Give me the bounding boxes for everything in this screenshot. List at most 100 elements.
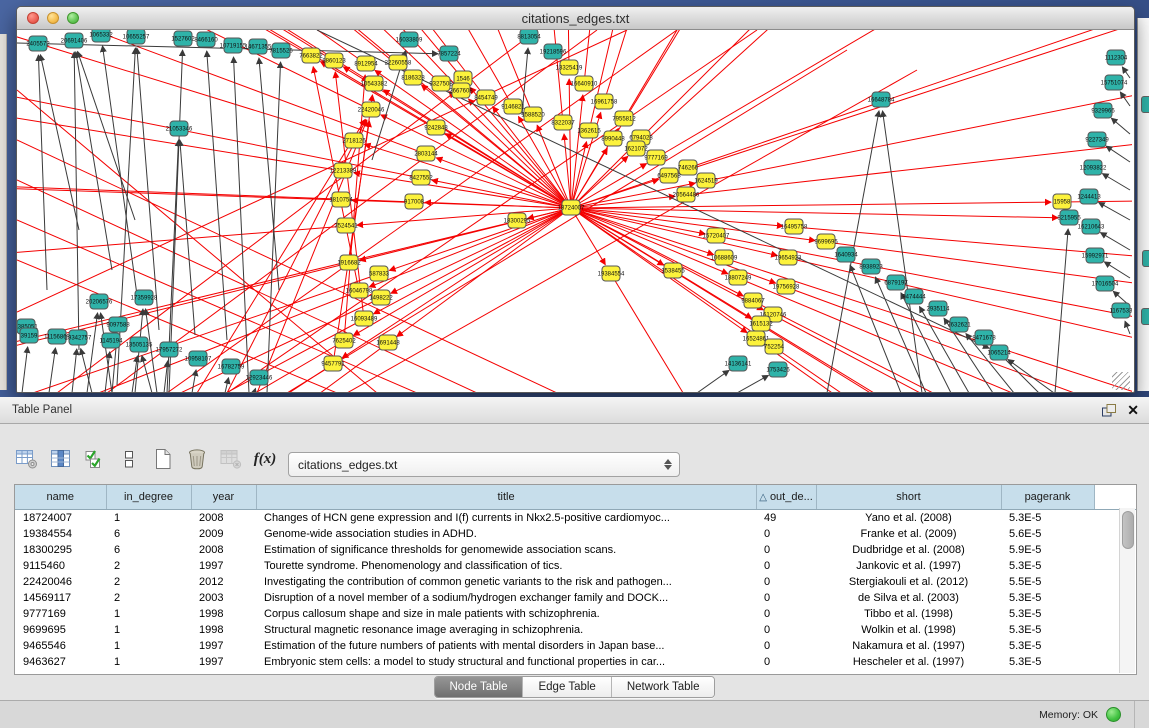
function-builder-icon[interactable]: f(x) [250, 444, 280, 474]
graph-node[interactable]: 18807249 [725, 270, 752, 285]
cell-year[interactable]: 1997 [191, 638, 256, 654]
tab-network-table[interactable]: Network Table [612, 677, 715, 697]
graph-node[interactable]: 16648784 [868, 92, 895, 107]
cell-pagerank[interactable]: 5.3E-5 [1001, 654, 1094, 670]
cell-title[interactable]: Estimation of the future numbers of pati… [256, 638, 756, 654]
column-header-short[interactable]: short [816, 485, 1001, 510]
column-header-pagerank[interactable]: pagerank [1001, 485, 1094, 510]
cell-title[interactable]: Disruption of a novel member of a sodium… [256, 590, 756, 606]
graph-node[interactable]: 1065332 [89, 30, 113, 42]
cell-year[interactable]: 1997 [191, 654, 256, 670]
cell-out_de[interactable]: 0 [756, 526, 816, 542]
cell-out_de[interactable]: 0 [756, 590, 816, 606]
cell-short[interactable]: Hescheler et al. (1997) [816, 654, 1001, 670]
cell-year[interactable]: 1998 [191, 606, 256, 622]
table-row[interactable]: 977716911998Corpus callosum shape and si… [15, 606, 1136, 622]
cell-name[interactable]: 14569117 [15, 590, 106, 606]
cell-title[interactable]: Embryonic stem cells: a model to study s… [256, 654, 756, 670]
graph-node[interactable]: 1112304 [1105, 50, 1128, 65]
cell-title[interactable]: Changes of HCN gene expression and I(f) … [256, 510, 756, 527]
graph-node[interactable]: 13505135 [126, 337, 153, 352]
graph-node[interactable]: 1691448 [376, 335, 400, 350]
cell-name[interactable]: 9115460 [15, 558, 106, 574]
cell-in_degree[interactable]: 1 [106, 606, 191, 622]
graph-node[interactable]: 2803144 [414, 146, 438, 161]
cell-year[interactable]: 1997 [191, 558, 256, 574]
graph-node[interactable]: 10655257 [123, 30, 150, 44]
cell-name[interactable]: 9777169 [15, 606, 106, 622]
graph-node[interactable]: 2667608 [449, 83, 473, 98]
cell-in_degree[interactable]: 1 [106, 622, 191, 638]
graph-node[interactable]: 2935114 [927, 301, 951, 316]
graph-node[interactable]: 20564486 [673, 187, 700, 202]
cell-title[interactable]: Genome-wide association studies in ADHD. [256, 526, 756, 542]
graph-node[interactable]: 1916682 [337, 255, 361, 270]
graph-node[interactable]: 752254 [764, 339, 785, 354]
graph-node[interactable]: 8322037 [551, 115, 575, 130]
graph-node[interactable]: 8427552 [409, 170, 433, 185]
graph-node[interactable]: 8471678 [972, 330, 996, 345]
graph-node[interactable]: 12923446 [246, 370, 273, 385]
graph-node[interactable]: 1145194 [100, 333, 124, 348]
cell-name[interactable]: 19384554 [15, 526, 106, 542]
cell-in_degree[interactable]: 6 [106, 542, 191, 558]
cell-title[interactable]: Structural magnetic resonance image aver… [256, 622, 756, 638]
column-header-title[interactable]: title [256, 485, 756, 510]
cell-out_de[interactable]: 49 [756, 510, 816, 527]
graph-node[interactable]: 17957272 [156, 342, 183, 357]
graph-node[interactable]: 16782759 [218, 359, 245, 374]
cell-short[interactable]: Jankovic et al. (1997) [816, 558, 1001, 574]
cell-title[interactable]: Estimation of significance thresholds fo… [256, 542, 756, 558]
graph-node[interactable]: 16961758 [591, 94, 618, 109]
graph-node[interactable]: 12093822 [1080, 160, 1107, 175]
close-window-button[interactable] [27, 12, 39, 24]
cell-year[interactable]: 2003 [191, 590, 256, 606]
graph-node[interactable]: 8186328 [401, 70, 425, 85]
cell-short[interactable]: de Silva et al. (2003) [816, 590, 1001, 606]
delete-table-icon[interactable] [182, 444, 212, 474]
zoom-window-button[interactable] [67, 12, 79, 24]
window-titlebar[interactable]: citations_edges.txt [17, 7, 1134, 30]
graph-node[interactable]: 587833 [369, 266, 390, 281]
graph-node[interactable]: 39159 [20, 328, 38, 343]
table-vertical-scrollbar[interactable] [1119, 508, 1135, 673]
graph-node[interactable]: 9777169 [644, 150, 668, 165]
graph-node[interactable]: 2405572 [26, 36, 50, 51]
graph-node[interactable]: 8466160 [194, 32, 218, 47]
cell-short[interactable]: Wolkin et al. (1998) [816, 622, 1001, 638]
cell-name[interactable]: 9699695 [15, 622, 106, 638]
graph-node[interactable]: 22260558 [385, 55, 412, 70]
graph-node[interactable]: 9474444 [902, 289, 926, 304]
cell-out_de[interactable]: 0 [756, 574, 816, 590]
show-columns-icon[interactable] [46, 444, 76, 474]
table-row[interactable]: 1830029562008Estimation of significance … [15, 542, 1136, 558]
graph-node[interactable]: 1362615 [577, 123, 601, 138]
graph-node[interactable]: 10688609 [711, 250, 738, 265]
memory-status-indicator[interactable] [1106, 707, 1121, 722]
graph-node[interactable]: 9699695 [814, 234, 838, 249]
graph-node[interactable]: 1624519 [694, 173, 718, 188]
table-row[interactable]: 1938455462009Genome-wide association stu… [15, 526, 1136, 542]
cell-name[interactable]: 18724007 [15, 510, 106, 527]
column-header-in_degree[interactable]: in_degree [106, 485, 191, 510]
graph-node[interactable]: 9242848 [424, 120, 448, 135]
table-row[interactable]: 969969511998Structural magnetic resonanc… [15, 622, 1136, 638]
cell-out_de[interactable]: 0 [756, 558, 816, 574]
graph-node[interactable]: 19342757 [65, 330, 92, 345]
cell-short[interactable]: Stergiakouli et al. (2012) [816, 574, 1001, 590]
column-header-name[interactable]: name [15, 485, 106, 510]
tab-edge-table[interactable]: Edge Table [523, 677, 611, 697]
table-row[interactable]: 1456911722003Disruption of a novel membe… [15, 590, 1136, 606]
graph-node[interactable]: 17359928 [131, 290, 158, 305]
graph-node[interactable]: 14671355 [245, 39, 272, 54]
graph-node[interactable]: 9884067 [741, 293, 765, 308]
cell-pagerank[interactable]: 5.9E-5 [1001, 542, 1094, 558]
graph-node[interactable]: 7524541 [334, 218, 358, 233]
cell-in_degree[interactable]: 6 [106, 526, 191, 542]
cell-pagerank[interactable]: 5.3E-5 [1001, 510, 1094, 527]
cell-in_degree[interactable]: 2 [106, 558, 191, 574]
graph-node[interactable]: 2718126 [342, 133, 366, 148]
graph-node[interactable]: 1065214 [987, 345, 1011, 360]
graph-node[interactable]: 1753426 [766, 362, 790, 377]
cell-year[interactable]: 2012 [191, 574, 256, 590]
